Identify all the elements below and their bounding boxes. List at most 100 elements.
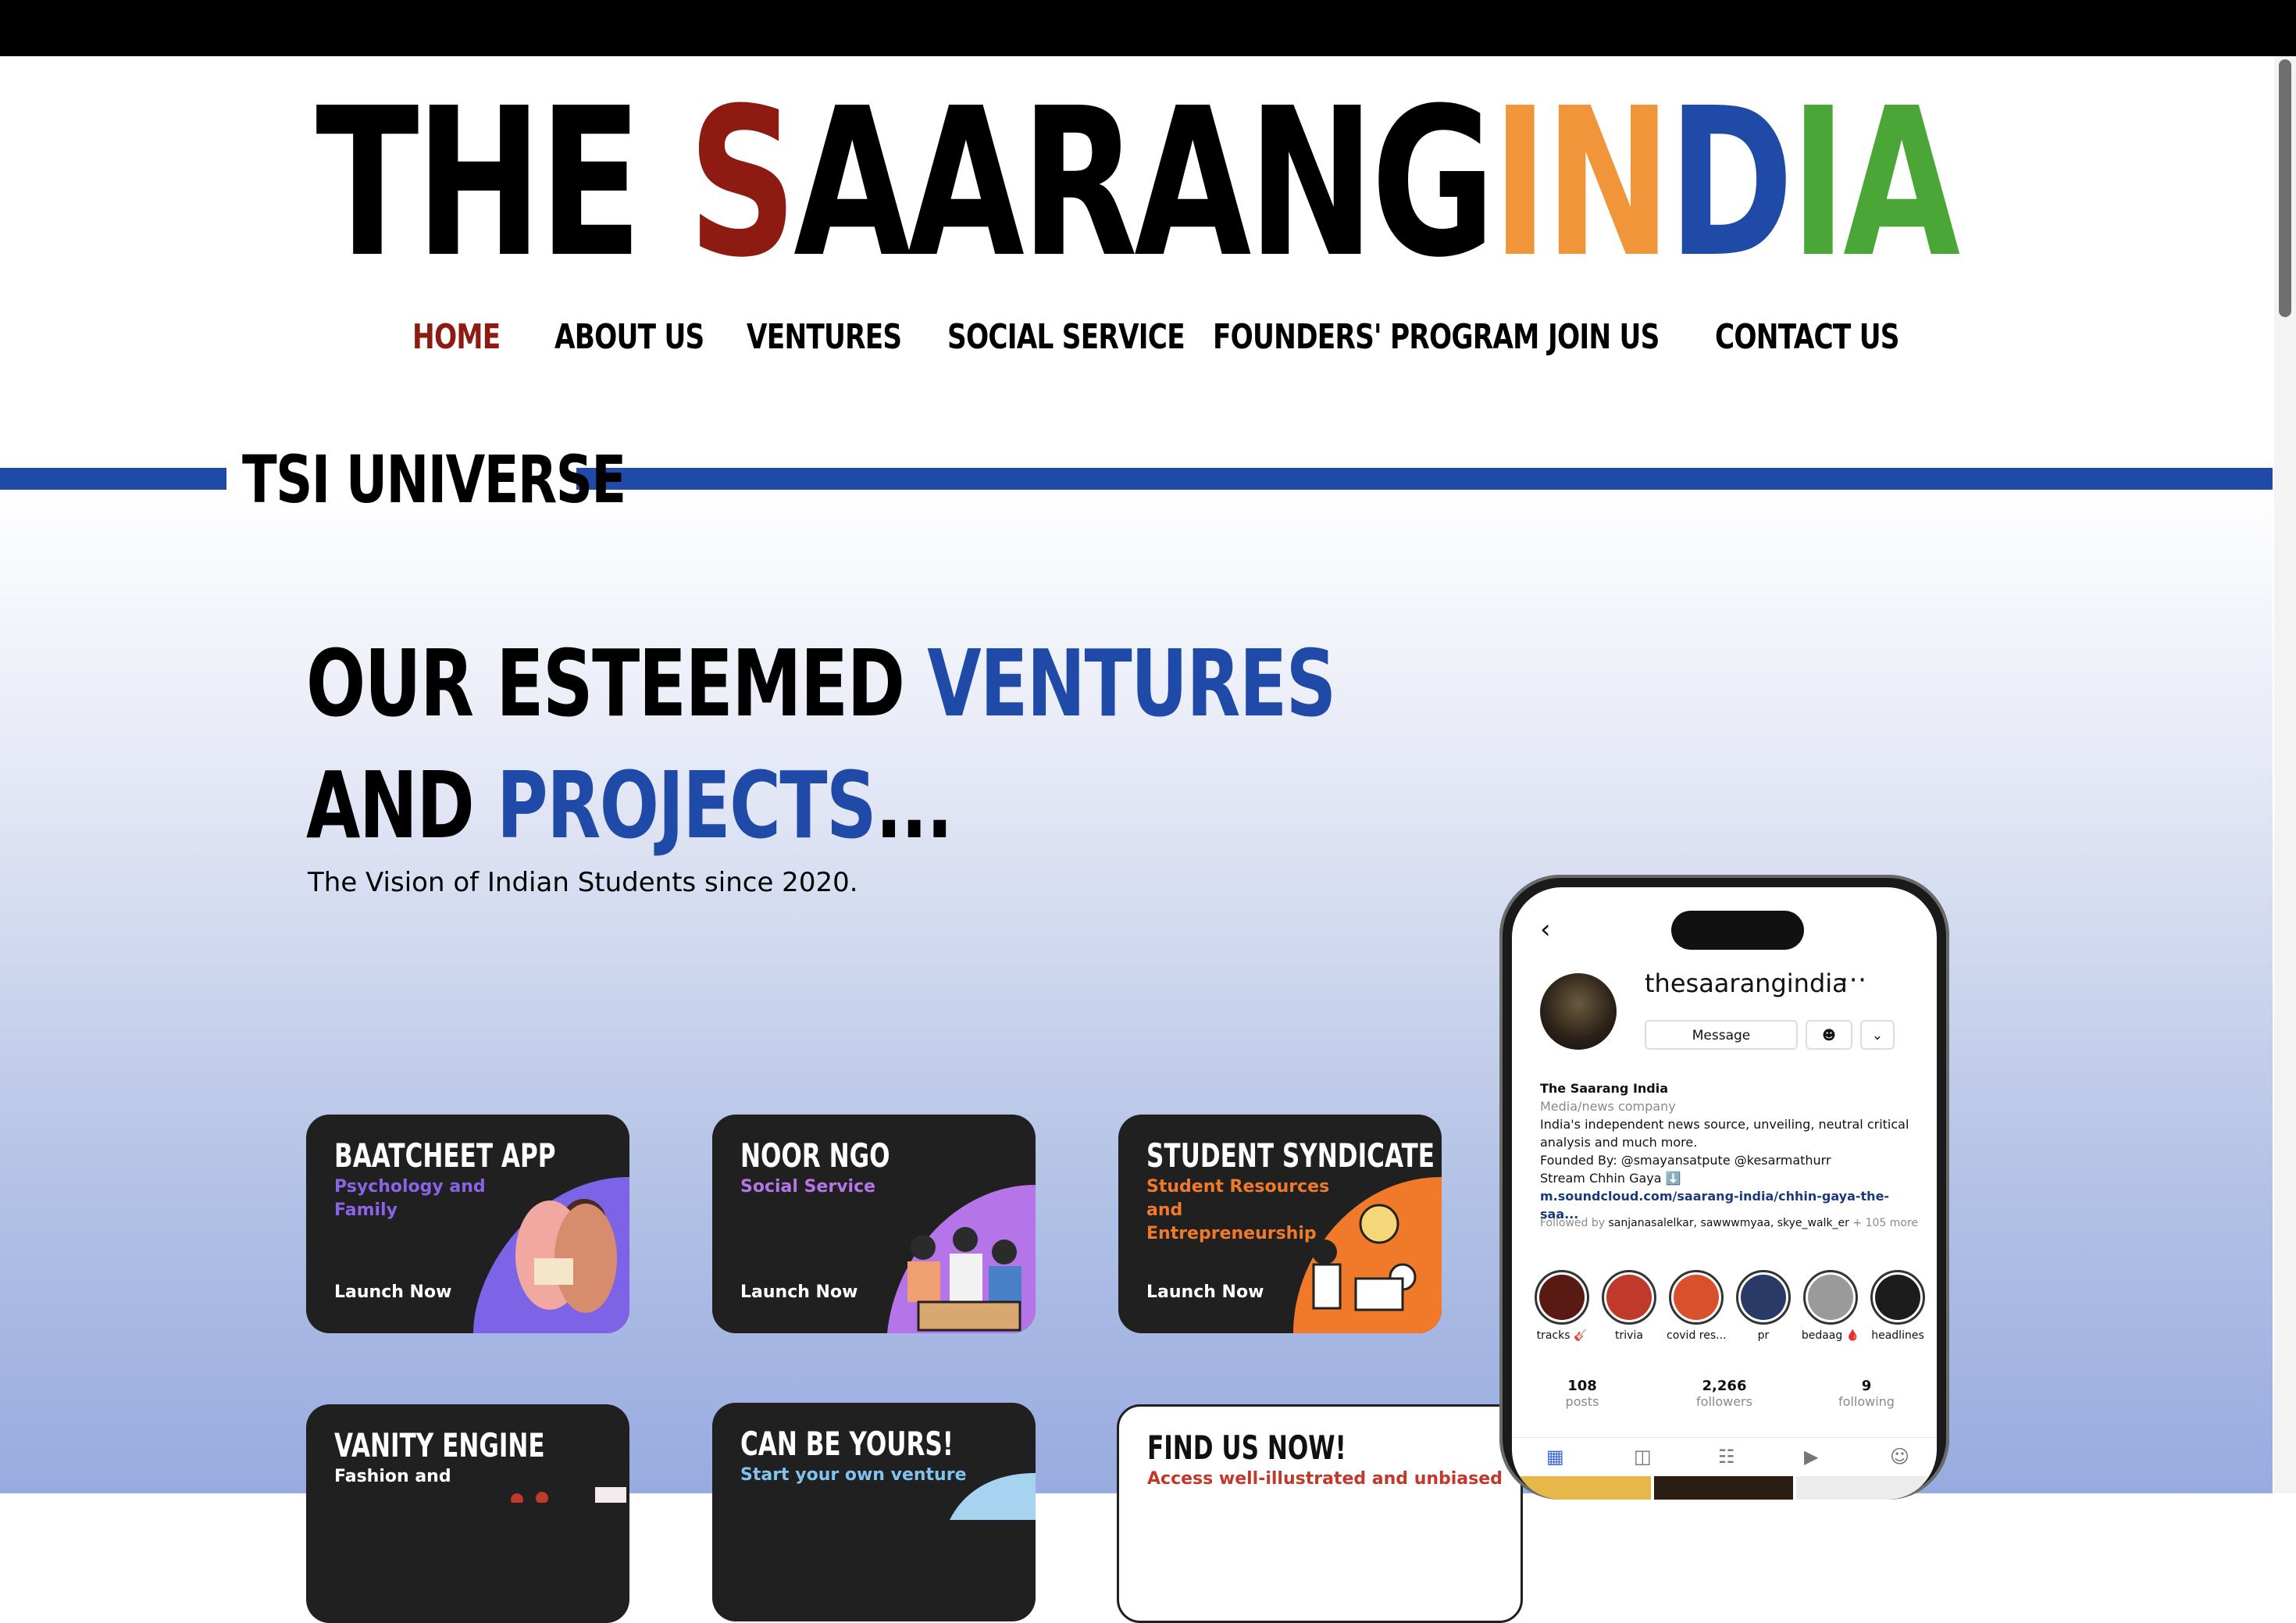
highlight-headlines[interactable]: headlines bbox=[1868, 1270, 1927, 1342]
section-title: TSI UNIVERSE bbox=[242, 441, 626, 518]
grid-icon[interactable]: ▦ bbox=[1546, 1446, 1564, 1468]
stat-posts[interactable]: 108 posts bbox=[1535, 1378, 1629, 1409]
post-grid bbox=[1512, 1476, 1937, 1500]
logo-s: S bbox=[687, 64, 797, 302]
nav-about-us[interactable]: ABOUT US bbox=[554, 316, 704, 359]
noor-illustration bbox=[887, 1185, 1036, 1333]
highlight-label: trivia bbox=[1615, 1329, 1643, 1342]
highlight-label: covid res... bbox=[1667, 1329, 1727, 1342]
card-find-us-now[interactable]: FIND US NOW! Access well-illustrated and… bbox=[1117, 1404, 1523, 1623]
nav-ventures[interactable]: VENTURES bbox=[747, 316, 902, 359]
card-student-syndicate[interactable]: STUDENT SYNDICATE Student Resources and … bbox=[1118, 1115, 1442, 1333]
stat-label: followers bbox=[1696, 1394, 1752, 1409]
hero-headline-line1: OUR ESTEEMED VENTURES bbox=[306, 630, 1336, 737]
phone-mockup: ‹ thesaarangindia ⋯ Message ☻ ⌄ The Saar… bbox=[1499, 875, 1949, 1500]
back-chevron-icon[interactable]: ‹ bbox=[1540, 914, 1551, 945]
hero-tagline: The Vision of Indian Students since 2020… bbox=[308, 867, 858, 898]
card-title: FIND US NOW! bbox=[1147, 1429, 1346, 1467]
follow-user-icon[interactable]: ☻ bbox=[1806, 1020, 1852, 1050]
instagram-profile-screen: ‹ thesaarangindia ⋯ Message ☻ ⌄ The Saar… bbox=[1512, 887, 1937, 1500]
profile-tabs: ▦ ◫ ☷ ▶ ☺ bbox=[1512, 1437, 1937, 1477]
reels-icon[interactable]: ◫ bbox=[1634, 1446, 1652, 1468]
headline-ellipsis: ... bbox=[875, 751, 953, 859]
vanity-illustration bbox=[511, 1487, 626, 1503]
nav-founders-program[interactable]: FOUNDERS' PROGRAM bbox=[1213, 316, 1539, 359]
card-subtitle: Psychology and Family bbox=[334, 1177, 486, 1220]
stat-number: 9 bbox=[1861, 1378, 1872, 1394]
dynamic-island bbox=[1671, 911, 1804, 950]
post-thumbnail[interactable] bbox=[1796, 1476, 1937, 1500]
nav-join-us[interactable]: JOIN US bbox=[1548, 316, 1660, 359]
logo-i: I bbox=[1492, 64, 1548, 302]
card-title: STUDENT SYNDICATE bbox=[1146, 1136, 1435, 1175]
followed-by[interactable]: Followed by sanjanasalelkar, sawwwmyaa, … bbox=[1540, 1215, 1923, 1232]
stat-number: 108 bbox=[1567, 1378, 1597, 1394]
highlight-label: bedaag 🩸 bbox=[1801, 1329, 1860, 1342]
card-baatcheet-app[interactable]: BAATCHEET APP Psychology and Family Laun… bbox=[306, 1115, 629, 1333]
stat-label: following bbox=[1838, 1394, 1895, 1409]
card-subtitle: Start your own venture bbox=[740, 1465, 967, 1485]
scrollbar-thumb[interactable] bbox=[2279, 59, 2291, 317]
browser-top-bar bbox=[0, 0, 2296, 56]
logo-n: N bbox=[1545, 64, 1671, 302]
post-thumbnail[interactable] bbox=[1512, 1476, 1651, 1500]
card-launch-link[interactable]: Launch Now bbox=[740, 1282, 857, 1304]
headline-text: AND bbox=[306, 751, 497, 859]
bio-line: Stream Chhin Gaya ⬇️ bbox=[1540, 1171, 1681, 1186]
site-logo[interactable]: THE SAARANGINDIA bbox=[295, 81, 1977, 286]
chevron-down-icon[interactable]: ⌄ bbox=[1860, 1020, 1895, 1050]
card-title: VANITY ENGINE bbox=[334, 1426, 545, 1464]
stat-followers[interactable]: 2,266 followers bbox=[1677, 1378, 1771, 1409]
section-rule-right bbox=[576, 468, 2273, 490]
headline-highlight: VENTURES bbox=[927, 630, 1336, 737]
highlight-tracks[interactable]: tracks 🎸 bbox=[1532, 1270, 1592, 1342]
post-thumbnail[interactable] bbox=[1654, 1476, 1793, 1500]
highlight-covid[interactable]: covid res... bbox=[1667, 1270, 1726, 1342]
nav-contact-us[interactable]: CONTACT US bbox=[1715, 316, 1900, 359]
section-rule-left bbox=[0, 468, 226, 490]
bio-line: Founded By: @smayansatpute @kesarmathurr bbox=[1540, 1153, 1831, 1168]
bio-name: The Saarang India bbox=[1540, 1081, 1669, 1096]
nav-home[interactable]: HOME bbox=[412, 316, 501, 359]
logo-d: D bbox=[1667, 64, 1794, 302]
stat-number: 2,266 bbox=[1702, 1378, 1747, 1394]
tagged-icon[interactable]: ☺ bbox=[1890, 1446, 1909, 1468]
bio-category: Media/news company bbox=[1540, 1099, 1676, 1114]
highlight-trivia[interactable]: trivia bbox=[1599, 1270, 1659, 1342]
main-nav: HOME ABOUT US VENTURES SOCIAL SERVICE FO… bbox=[0, 316, 2273, 362]
logo-the: THE bbox=[316, 64, 688, 302]
card-subtitle: Student Resources and Entrepreneurship bbox=[1146, 1177, 1330, 1243]
card-can-be-yours[interactable]: CAN BE YOURS! Start your own venture bbox=[712, 1403, 1036, 1621]
highlight-label: pr bbox=[1757, 1329, 1770, 1342]
nav-social-service[interactable]: SOCIAL SERVICE bbox=[947, 316, 1185, 359]
bio-line: India's independent news source, unveili… bbox=[1540, 1117, 1909, 1150]
message-button[interactable]: Message bbox=[1645, 1020, 1798, 1050]
card-title: BAATCHEET APP bbox=[334, 1136, 556, 1175]
logo-aarang: AARANG bbox=[793, 64, 1496, 302]
card-launch-link[interactable]: Launch Now bbox=[1146, 1282, 1264, 1304]
more-options-icon[interactable]: ⋯ bbox=[1840, 964, 1866, 995]
followed-by-prefix: Followed by bbox=[1540, 1217, 1609, 1229]
followed-by-suffix: + 105 more bbox=[1849, 1217, 1919, 1229]
card-launch-link[interactable]: Launch Now bbox=[334, 1282, 451, 1304]
profile-avatar[interactable] bbox=[1540, 973, 1617, 1050]
highlight-bedaag[interactable]: bedaag 🩸 bbox=[1801, 1270, 1860, 1342]
highlight-pr[interactable]: pr bbox=[1734, 1270, 1793, 1342]
stat-following[interactable]: 9 following bbox=[1820, 1378, 1913, 1409]
card-noor-ngo[interactable]: NOOR NGO Social Service Launch Now bbox=[712, 1115, 1036, 1333]
card-title: CAN BE YOURS! bbox=[740, 1425, 954, 1463]
profile-handle: thesaarangindia bbox=[1645, 968, 1848, 998]
stat-label: posts bbox=[1565, 1394, 1599, 1409]
logo-ia: IA bbox=[1790, 64, 1960, 302]
video-icon[interactable]: ▶ bbox=[1804, 1446, 1818, 1468]
card-vanity-engine[interactable]: VANITY ENGINE Fashion and bbox=[306, 1404, 629, 1623]
followed-by-names: sanjanasalelkar, sawwwmyaa, skye_walk_er bbox=[1608, 1217, 1849, 1229]
card-subtitle: Access well-illustrated and unbiased bbox=[1147, 1469, 1503, 1489]
guide-icon[interactable]: ☷ bbox=[1718, 1446, 1735, 1468]
highlight-label: tracks 🎸 bbox=[1536, 1329, 1588, 1342]
hero-headline-line2: AND PROJECTS... bbox=[306, 751, 953, 859]
card-title: NOOR NGO bbox=[740, 1136, 890, 1175]
profile-bio: The Saarang India Media/news company Ind… bbox=[1540, 1079, 1923, 1223]
highlight-label: headlines bbox=[1871, 1329, 1924, 1342]
headline-text: OUR ESTEEMED bbox=[306, 630, 928, 737]
